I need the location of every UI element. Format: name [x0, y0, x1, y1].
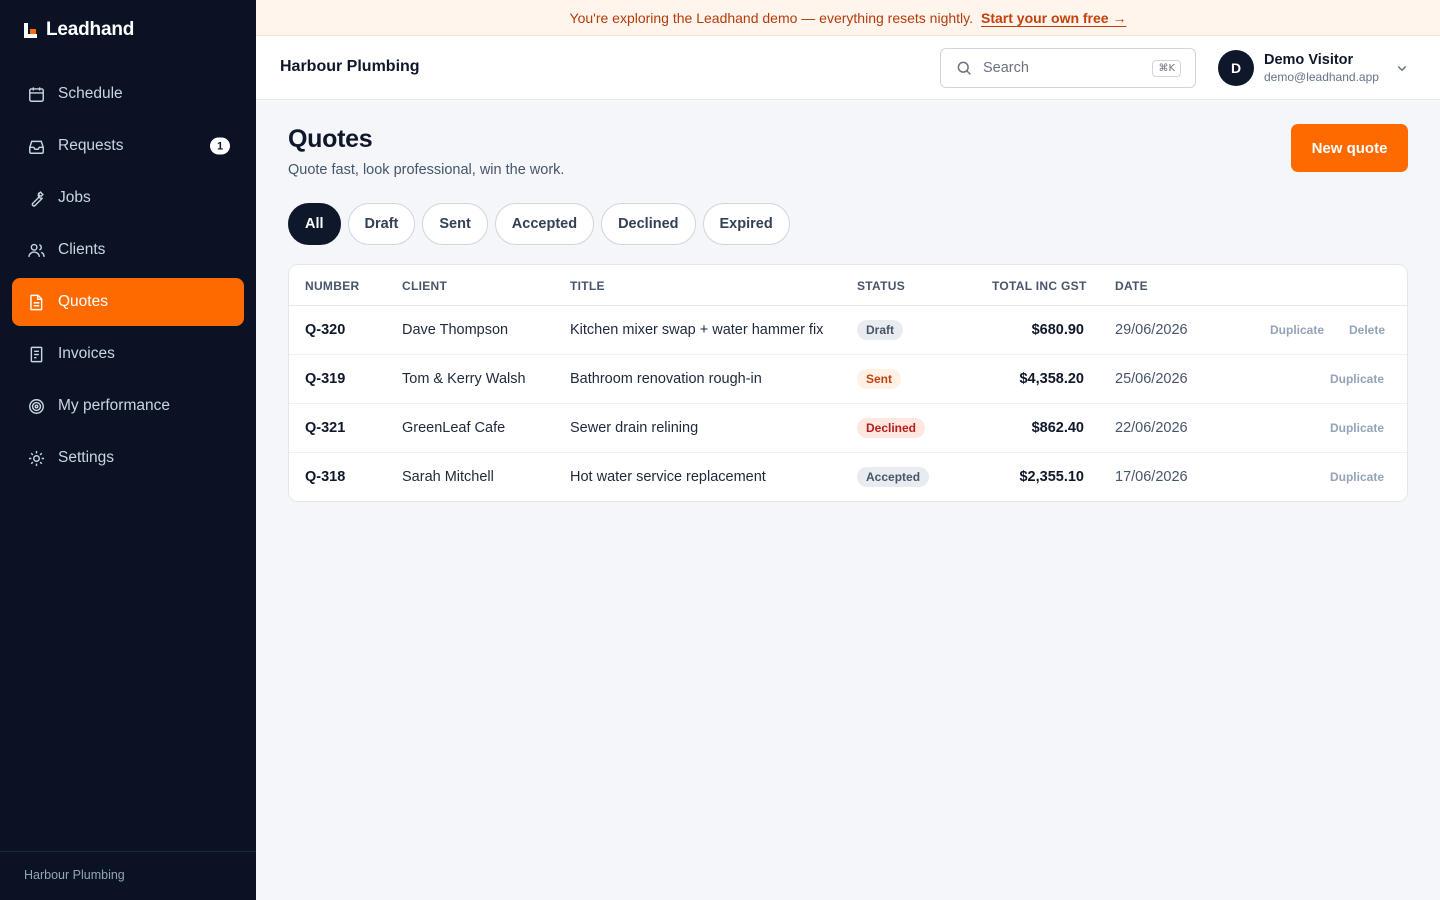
- calendar-icon: [26, 84, 46, 104]
- quote-client: Dave Thompson: [402, 322, 509, 338]
- duplicate-button[interactable]: Duplicate: [1330, 372, 1384, 386]
- gear-icon: [26, 448, 46, 468]
- duplicate-button[interactable]: Duplicate: [1330, 470, 1384, 484]
- quote-number[interactable]: Q-321: [305, 420, 345, 436]
- quote-number[interactable]: Q-318: [305, 469, 345, 485]
- status-filter-tabs: All Draft Sent Accepted Declined Expired: [288, 203, 790, 245]
- quote-date: 25/06/2026: [1115, 371, 1188, 387]
- sidebar-item-label: Requests: [58, 137, 124, 154]
- status-badge: Accepted: [857, 467, 930, 487]
- start-free-link[interactable]: Start your own free →: [981, 10, 1126, 26]
- quote-number[interactable]: Q-320: [305, 322, 345, 338]
- filter-expired[interactable]: Expired: [702, 203, 790, 245]
- filter-sent[interactable]: Sent: [422, 203, 488, 245]
- document-icon: [26, 292, 46, 312]
- column-header-date[interactable]: DATE: [1115, 279, 1148, 293]
- search-placeholder: Search: [983, 60, 1029, 76]
- filter-declined[interactable]: Declined: [601, 203, 696, 245]
- filter-draft[interactable]: Draft: [347, 203, 416, 245]
- user-menu[interactable]: D Demo Visitor demo@leadhand.app: [1218, 50, 1411, 86]
- page-subtitle: Quote fast, look professional, win the w…: [288, 162, 565, 178]
- filter-accepted[interactable]: Accepted: [494, 203, 595, 245]
- receipt-icon: [26, 344, 46, 364]
- sidebar-item-quotes[interactable]: Quotes: [12, 278, 244, 326]
- wrench-icon: [26, 188, 46, 208]
- sidebar-item-my-performance[interactable]: My performance: [12, 382, 244, 430]
- sidebar-item-label: My performance: [58, 397, 170, 414]
- sidebar-item-requests[interactable]: Requests 1: [12, 122, 244, 170]
- quote-client: GreenLeaf Cafe: [402, 420, 506, 436]
- table-row[interactable]: Q-321 GreenLeaf Cafe Sewer drain relinin…: [289, 404, 1407, 453]
- sidebar-item-schedule[interactable]: Schedule: [12, 70, 244, 118]
- top-header: Harbour Plumbing Search ⌘K D Demo Visito…: [256, 36, 1440, 100]
- delete-button[interactable]: Delete: [1349, 323, 1385, 337]
- chevron-down-icon: [1397, 65, 1407, 72]
- column-header-client[interactable]: CLIENT: [402, 279, 447, 293]
- filter-all[interactable]: All: [288, 203, 341, 245]
- target-icon: [26, 396, 46, 416]
- column-header-number[interactable]: NUMBER: [305, 279, 359, 293]
- sidebar-item-jobs[interactable]: Jobs: [12, 174, 244, 222]
- status-badge: Sent: [857, 369, 902, 389]
- sidebar-item-label: Invoices: [58, 345, 115, 362]
- brand-logo[interactable]: Leadhand: [24, 19, 134, 41]
- brand-name: Leadhand: [46, 19, 135, 40]
- table-row[interactable]: Q-320 Dave Thompson Kitchen mixer swap +…: [289, 306, 1407, 355]
- quote-date: 22/06/2026: [1115, 420, 1188, 436]
- sidebar-footer-org: Harbour Plumbing: [0, 851, 256, 900]
- sidebar-item-label: Schedule: [58, 85, 123, 102]
- table-row[interactable]: Q-318 Sarah Mitchell Hot water service r…: [289, 453, 1407, 501]
- column-header-title[interactable]: TITLE: [570, 279, 605, 293]
- quote-total: $680.90: [1031, 322, 1084, 338]
- sidebar-item-label: Clients: [58, 241, 106, 258]
- duplicate-button[interactable]: Duplicate: [1270, 323, 1324, 337]
- quote-client: Sarah Mitchell: [402, 469, 494, 485]
- user-email: demo@leadhand.app: [1264, 70, 1379, 84]
- sidebar-item-label: Settings: [58, 449, 115, 466]
- quote-total: $862.40: [1031, 420, 1084, 436]
- sidebar: Leadhand Schedule Requests 1 Jobs Client…: [0, 0, 256, 900]
- sidebar-item-clients[interactable]: Clients: [12, 226, 244, 274]
- sidebar-item-label: Quotes: [58, 293, 108, 310]
- quotes-table: NUMBER CLIENT TITLE STATUS TOTAL INC GST…: [288, 264, 1408, 502]
- org-name: Harbour Plumbing: [280, 58, 420, 75]
- table-header: NUMBER CLIENT TITLE STATUS TOTAL INC GST…: [289, 265, 1407, 306]
- duplicate-button[interactable]: Duplicate: [1330, 421, 1384, 435]
- table-row[interactable]: Q-319 Tom & Kerry Walsh Bathroom renovat…: [289, 355, 1407, 404]
- status-badge: Draft: [857, 320, 904, 340]
- quote-total: $2,355.10: [1019, 469, 1084, 485]
- quote-title: Bathroom renovation rough-in: [570, 371, 762, 387]
- users-icon: [26, 240, 46, 260]
- quote-client: Tom & Kerry Walsh: [402, 371, 526, 387]
- quote-date: 29/06/2026: [1115, 322, 1188, 338]
- quote-date: 17/06/2026: [1115, 469, 1188, 485]
- quote-total: $4,358.20: [1019, 371, 1084, 387]
- search-input[interactable]: Search ⌘K: [940, 48, 1196, 88]
- user-name: Demo Visitor: [1264, 52, 1354, 68]
- requests-count-badge: 1: [210, 137, 230, 155]
- sidebar-item-label: Jobs: [58, 189, 91, 206]
- sidebar-nav: Schedule Requests 1 Jobs Clients Quotes …: [12, 70, 244, 486]
- column-header-status[interactable]: STATUS: [857, 279, 905, 293]
- logo-mark-icon: [24, 22, 37, 38]
- sidebar-item-settings[interactable]: Settings: [12, 434, 244, 482]
- search-shortcut-hint: ⌘K: [1152, 59, 1181, 77]
- quote-number[interactable]: Q-319: [305, 371, 345, 387]
- status-badge: Declined: [857, 418, 926, 438]
- quote-title: Sewer drain relining: [570, 420, 699, 436]
- inbox-icon: [26, 136, 46, 156]
- page-title: Quotes: [288, 125, 373, 153]
- demo-banner: You're exploring the Leadhand demo — eve…: [256, 0, 1440, 36]
- avatar: D: [1218, 50, 1254, 86]
- new-quote-button[interactable]: New quote: [1291, 124, 1408, 172]
- sidebar-item-invoices[interactable]: Invoices: [12, 330, 244, 378]
- quote-title: Kitchen mixer swap + water hammer fix: [570, 322, 824, 338]
- search-icon: [957, 61, 971, 75]
- quote-title: Hot water service replacement: [570, 469, 766, 485]
- column-header-total[interactable]: TOTAL INC GST: [992, 279, 1087, 293]
- demo-banner-text: You're exploring the Leadhand demo — eve…: [569, 9, 973, 26]
